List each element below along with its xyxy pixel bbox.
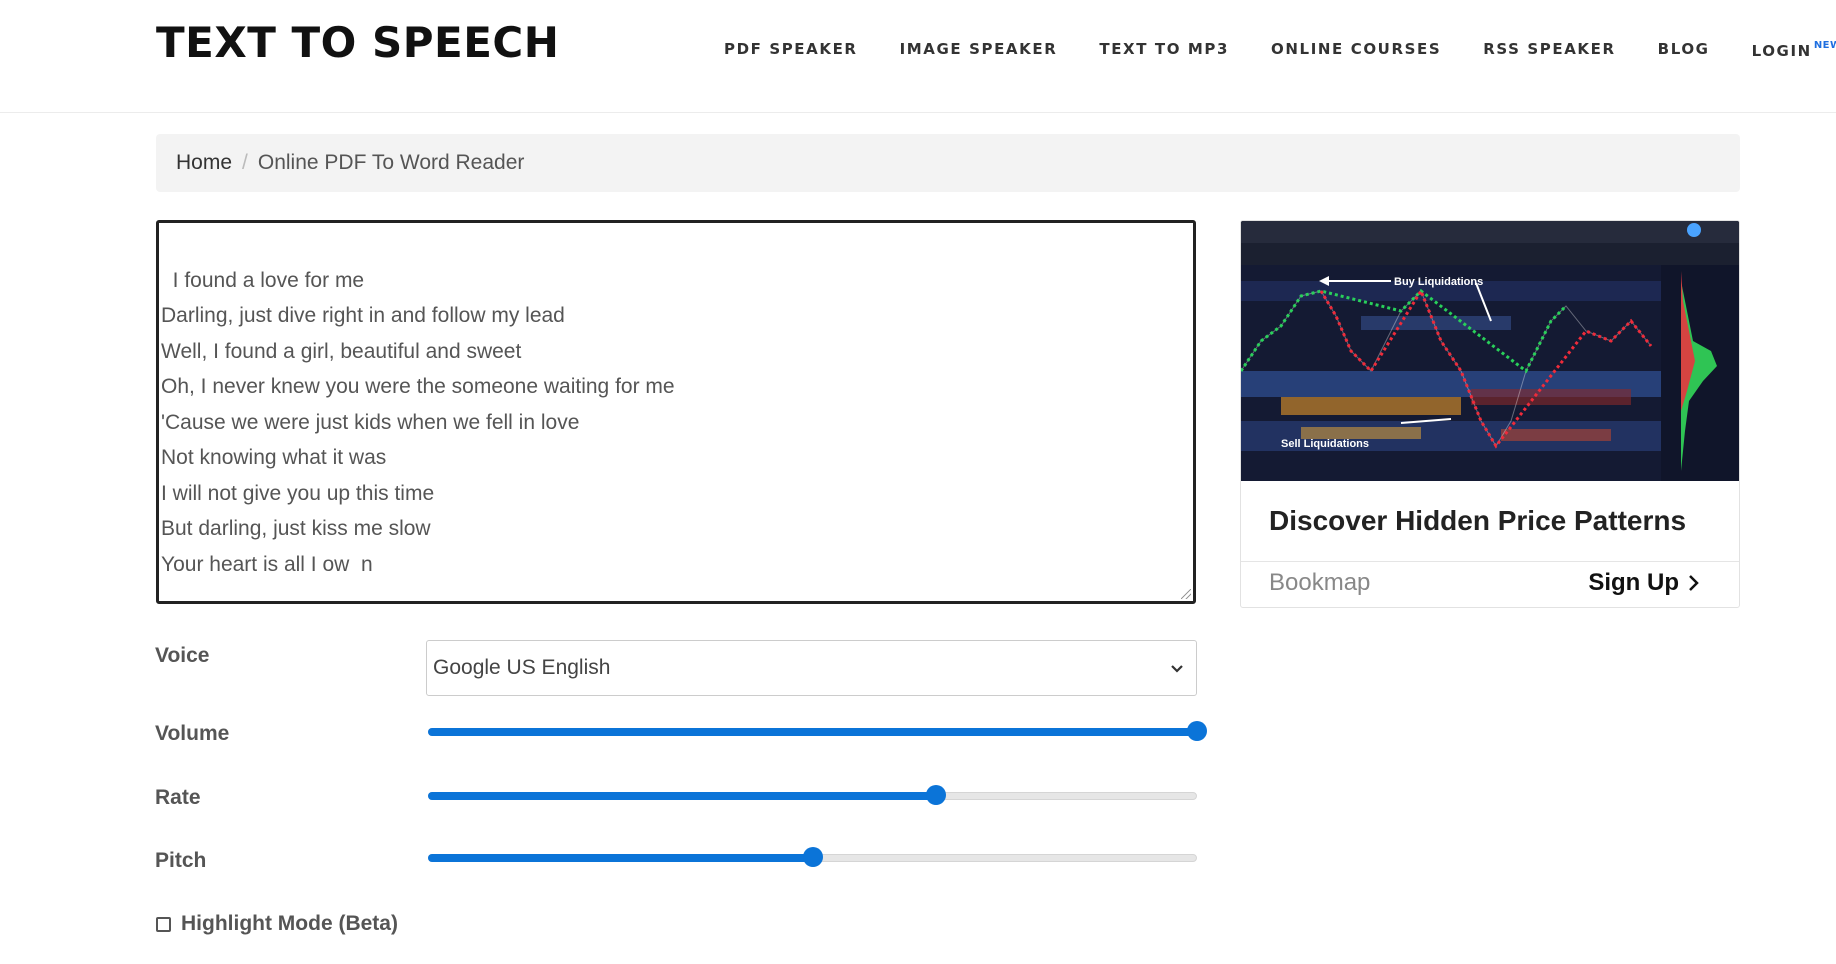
highlight-mode-row: Highlight Mode (Beta) [156, 912, 398, 936]
chevron-right-icon [1689, 575, 1699, 591]
volume-label: Volume [155, 722, 230, 745]
rate-slider-fill [428, 792, 936, 800]
new-badge: NEW! [1813, 40, 1836, 51]
ad-signup-label: Sign Up [1588, 569, 1679, 596]
ad-title[interactable]: Discover Hidden Price Patterns [1269, 505, 1686, 537]
pitch-slider-fill [428, 854, 813, 862]
breadcrumb: Home / Online PDF To Word Reader [156, 134, 1740, 192]
voice-label: Voice [155, 644, 210, 667]
text-input-content: I found a love for me Darling, just dive… [161, 268, 675, 576]
pitch-slider-thumb[interactable] [802, 847, 823, 867]
volume-slider-thumb[interactable] [1187, 721, 1207, 741]
voice-select[interactable]: Google US English [426, 640, 1197, 696]
pitch-slider[interactable] [428, 847, 1197, 869]
ad-brand[interactable]: Bookmap [1269, 569, 1370, 597]
ad-divider [1241, 561, 1739, 562]
breadcrumb-home[interactable]: Home [176, 151, 232, 175]
pitch-label: Pitch [155, 849, 207, 872]
text-input-area[interactable]: I found a love for me Darling, just dive… [156, 220, 1196, 604]
nav-blog[interactable]: BLOG [1658, 40, 1710, 58]
highlight-mode-label[interactable]: Highlight Mode (Beta) [181, 912, 398, 936]
resize-handle-icon[interactable] [1181, 589, 1191, 599]
nav-login[interactable]: LOGINNEW! [1752, 40, 1836, 60]
volume-slider[interactable] [428, 721, 1207, 743]
rate-slider[interactable] [428, 785, 1197, 807]
voice-select-value: Google US English [433, 656, 611, 679]
volume-slider-fill [428, 728, 1197, 736]
breadcrumb-separator: / [242, 151, 248, 174]
nav-login-label: LOGIN [1751, 42, 1812, 60]
ad-chart-image[interactable]: Buy Liquidations Sell Liquidations [1241, 221, 1739, 481]
nav-image-speaker[interactable]: IMAGE SPEAKER [900, 40, 1058, 58]
main-nav: PDF SPEAKER IMAGE SPEAKER TEXT TO MP3 ON… [724, 40, 1836, 60]
site-logo[interactable]: TEXT TO SPEECH [156, 18, 559, 67]
advertisement[interactable]: Buy Liquidations Sell Liquidations Disco… [1240, 220, 1740, 608]
rate-label: Rate [155, 786, 201, 809]
nav-online-courses[interactable]: ONLINE COURSES [1271, 40, 1441, 58]
ad-signup-button[interactable]: Sign Up [1588, 569, 1701, 597]
nav-pdf-speaker[interactable]: PDF SPEAKER [724, 40, 858, 58]
nav-text-to-mp3[interactable]: TEXT TO MP3 [1099, 40, 1229, 58]
breadcrumb-current: Online PDF To Word Reader [257, 151, 525, 174]
site-header: TEXT TO SPEECH PDF SPEAKER IMAGE SPEAKER… [0, 0, 1836, 113]
highlight-mode-checkbox[interactable] [156, 916, 171, 932]
ad-annotation-buy: Buy Liquidations [1394, 276, 1483, 288]
rate-slider-thumb[interactable] [925, 785, 946, 805]
ad-annotation-sell: Sell Liquidations [1281, 438, 1369, 450]
chevron-down-icon [1171, 665, 1183, 673]
nav-rss-speaker[interactable]: RSS SPEAKER [1483, 40, 1615, 58]
